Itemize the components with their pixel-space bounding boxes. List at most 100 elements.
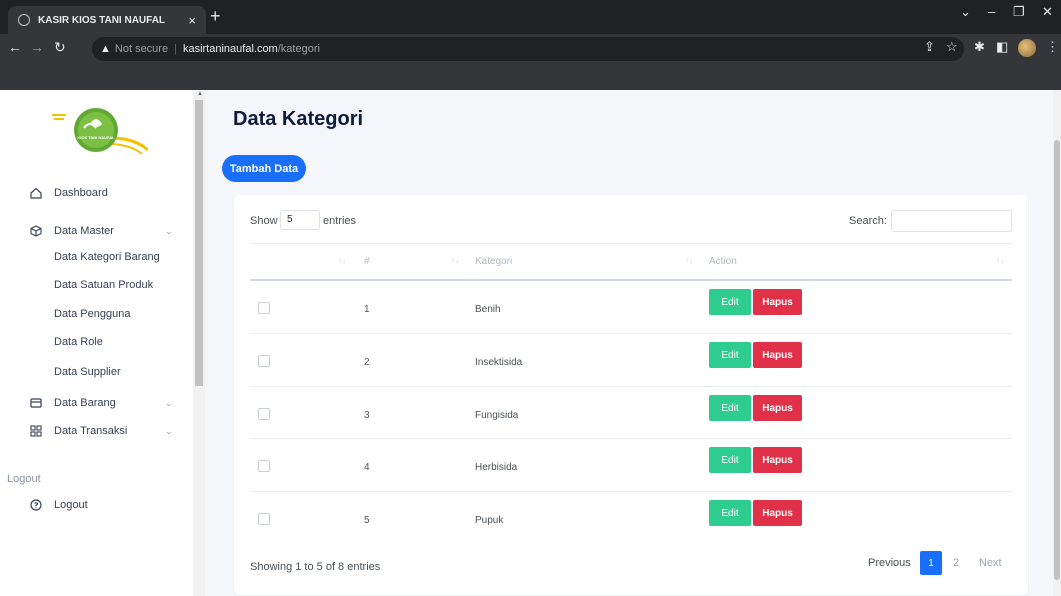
sidebar-item-data-master[interactable]: Data Master ⌄ bbox=[0, 219, 173, 243]
cell-kategori: Pupuk bbox=[475, 515, 504, 526]
tab-title: KASIR KIOS TANI NAUFAL bbox=[38, 14, 166, 26]
logo-text: KIOS TANI NAUFAL bbox=[77, 135, 115, 140]
restore-icon[interactable]: ❐ bbox=[1013, 4, 1025, 20]
globe-icon bbox=[18, 14, 30, 26]
box-icon bbox=[29, 224, 43, 238]
reload-icon[interactable]: ↻ bbox=[54, 39, 66, 56]
cell-kategori: Herbisida bbox=[475, 462, 518, 473]
sidebar-item-data-barang[interactable]: Data Barang ⌄ bbox=[0, 391, 173, 415]
delete-button[interactable]: Hapus bbox=[753, 342, 802, 368]
edit-button[interactable]: Edit bbox=[709, 342, 751, 368]
side-panel-icon[interactable]: ◧ bbox=[996, 39, 1008, 55]
cell-number: 2 bbox=[364, 357, 370, 368]
search-label: Search: bbox=[849, 215, 887, 227]
pagination-page-1[interactable]: 1 bbox=[920, 551, 942, 575]
sidebar-label-logout: Logout bbox=[54, 499, 88, 511]
cell-number: 1 bbox=[364, 304, 370, 315]
sidebar-label-data-barang: Data Barang bbox=[54, 397, 116, 409]
sort-icon[interactable]: ↑↓ bbox=[685, 256, 693, 265]
edit-button[interactable]: Edit bbox=[709, 395, 751, 421]
row-checkbox[interactable] bbox=[258, 513, 270, 525]
pagination-page-2[interactable]: 2 bbox=[953, 557, 959, 569]
share-icon[interactable]: ⇪ bbox=[924, 39, 935, 55]
delete-button[interactable]: Hapus bbox=[753, 500, 802, 526]
add-data-button[interactable]: Tambah Data bbox=[222, 155, 306, 182]
window-close-icon[interactable]: ✕ bbox=[1042, 4, 1053, 20]
grid-icon bbox=[29, 424, 43, 438]
card-icon bbox=[29, 396, 43, 410]
table-row: 1 Benih Edit Hapus bbox=[234, 281, 1028, 334]
warning-icon: ▲ bbox=[100, 43, 111, 55]
tab-search-icon[interactable]: ⌄ bbox=[960, 4, 971, 20]
column-header-action[interactable]: Action bbox=[709, 256, 737, 267]
new-tab-button[interactable]: + bbox=[210, 6, 221, 26]
table-row: 5 Pupuk Edit Hapus bbox=[234, 492, 1028, 545]
pagination-next[interactable]: Next bbox=[979, 557, 1002, 569]
search-input[interactable] bbox=[891, 210, 1012, 232]
table-top-divider bbox=[250, 243, 1012, 244]
url-host: kasirtaninaufal.com bbox=[182, 43, 278, 55]
column-header-number[interactable]: # bbox=[364, 256, 370, 267]
row-checkbox[interactable] bbox=[258, 355, 270, 367]
page-scroll-thumb[interactable] bbox=[1054, 140, 1060, 580]
show-label: Show bbox=[250, 215, 278, 227]
cell-number: 5 bbox=[364, 515, 370, 526]
sidebar-subitem-pengguna[interactable]: Data Pengguna bbox=[54, 308, 130, 320]
cell-number: 4 bbox=[364, 462, 370, 473]
delete-button[interactable]: Hapus bbox=[753, 289, 802, 315]
security-label: Not secure bbox=[114, 43, 169, 55]
extensions-icon[interactable]: ✱ bbox=[974, 39, 985, 55]
delete-button[interactable]: Hapus bbox=[753, 447, 802, 473]
bookmarks-bar bbox=[0, 64, 1061, 90]
cell-number: 3 bbox=[364, 410, 370, 421]
pagination-previous[interactable]: Previous bbox=[868, 557, 911, 569]
back-icon[interactable]: ← bbox=[8, 39, 22, 55]
row-checkbox[interactable] bbox=[258, 408, 270, 420]
sort-icon[interactable]: ↑↓ bbox=[451, 256, 459, 265]
sidebar-subitem-role[interactable]: Data Role bbox=[54, 336, 103, 348]
cell-kategori: Benih bbox=[475, 304, 501, 315]
sidebar-section-logout: Logout bbox=[7, 473, 41, 485]
sidebar-scroll-thumb[interactable] bbox=[195, 100, 203, 386]
sidebar-item-dashboard[interactable]: Dashboard bbox=[0, 181, 108, 205]
column-header-kategori[interactable]: Kategori bbox=[475, 256, 512, 267]
data-table-card: Show 5 entries Search: ↑↓ # ↑↓ Kategori … bbox=[234, 195, 1028, 595]
help-circle-icon bbox=[29, 498, 43, 512]
delete-button[interactable]: Hapus bbox=[753, 395, 802, 421]
kios-tani-logo: KIOS TANI NAUFAL bbox=[52, 108, 148, 155]
page-title: Data Kategori bbox=[233, 108, 364, 130]
edit-button[interactable]: Edit bbox=[709, 500, 751, 526]
scroll-up-icon[interactable]: ▲ bbox=[197, 91, 203, 97]
row-checkbox[interactable] bbox=[258, 460, 270, 472]
forward-icon[interactable]: → bbox=[30, 39, 44, 55]
table-row: 4 Herbisida Edit Hapus bbox=[234, 439, 1028, 492]
bookmark-star-icon[interactable]: ☆ bbox=[946, 39, 958, 55]
tab-close-icon[interactable]: × bbox=[188, 13, 196, 28]
entries-select[interactable]: 5 bbox=[280, 210, 320, 230]
cell-kategori: Fungisida bbox=[475, 410, 519, 421]
table-row: 2 Insektisida Edit Hapus bbox=[234, 334, 1028, 387]
table-row: 3 Fungisida Edit Hapus bbox=[234, 387, 1028, 440]
sidebar-subitem-kategori[interactable]: Data Kategori Barang bbox=[54, 251, 160, 263]
minimize-icon[interactable]: – bbox=[988, 4, 995, 19]
url-path: /kategori bbox=[277, 43, 320, 55]
sidebar-label-dashboard: Dashboard bbox=[54, 187, 108, 199]
sort-icon[interactable]: ↑↓ bbox=[338, 256, 346, 265]
row-checkbox[interactable] bbox=[258, 302, 270, 314]
sidebar-subitem-satuan[interactable]: Data Satuan Produk bbox=[54, 279, 153, 291]
menu-icon[interactable]: ⋮ bbox=[1046, 39, 1059, 55]
browser-tab[interactable]: KASIR KIOS TANI NAUFAL × bbox=[8, 6, 206, 34]
chevron-down-icon: ⌄ bbox=[165, 225, 173, 236]
table-info: Showing 1 to 5 of 8 entries bbox=[250, 561, 381, 573]
edit-button[interactable]: Edit bbox=[709, 289, 751, 315]
address-bar[interactable]: ▲ Not secure | kasirtaninaufal.com /kate… bbox=[92, 37, 964, 61]
edit-button[interactable]: Edit bbox=[709, 447, 751, 473]
chevron-down-icon: ⌄ bbox=[165, 425, 173, 436]
sidebar-item-data-transaksi[interactable]: Data Transaksi ⌄ bbox=[0, 419, 173, 443]
sidebar-item-logout[interactable]: Logout bbox=[0, 493, 88, 517]
profile-avatar[interactable] bbox=[1018, 39, 1036, 57]
sort-icon[interactable]: ↑↓ bbox=[996, 256, 1004, 265]
sidebar: KIOS TANI NAUFAL Dashboard Data Master ⌄… bbox=[0, 90, 193, 596]
sidebar-subitem-supplier[interactable]: Data Supplier bbox=[54, 366, 121, 378]
sidebar-label-data-master: Data Master bbox=[54, 225, 114, 237]
